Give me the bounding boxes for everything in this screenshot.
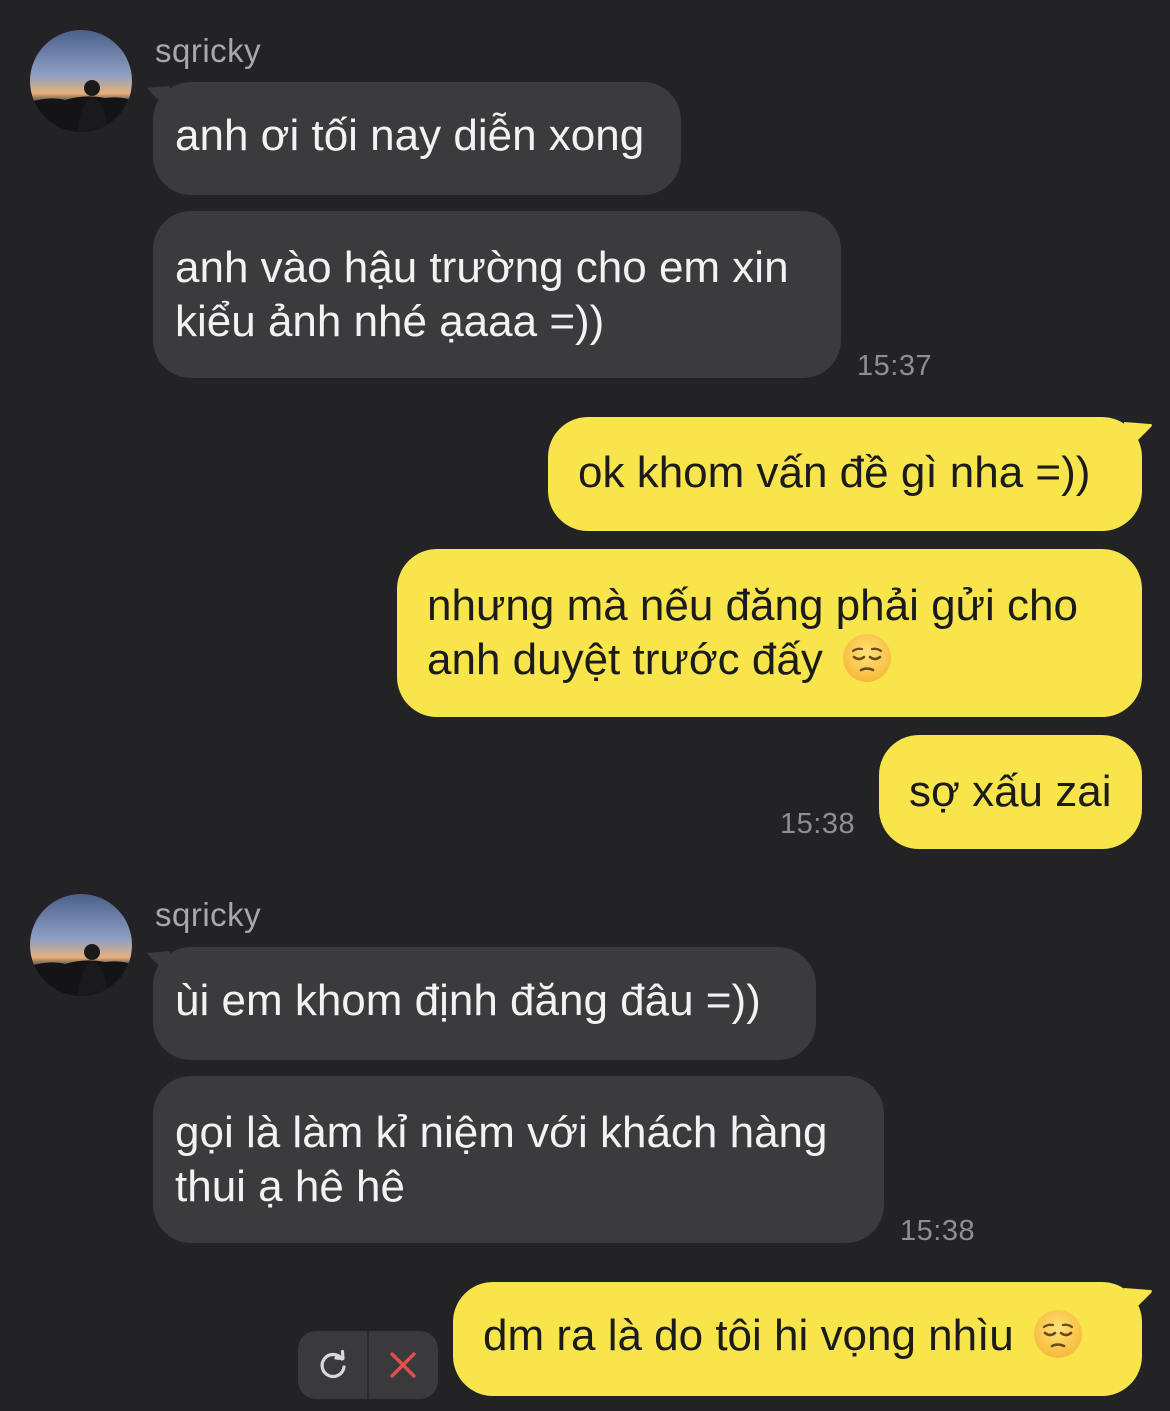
retry-icon (320, 1349, 346, 1379)
message-bubble-outgoing[interactable]: sợ xấu zai (879, 735, 1142, 849)
message-bubble-outgoing[interactable]: ok khom vấn đề gì nha =)) (548, 417, 1142, 531)
message-timestamp: 15:37 (857, 350, 933, 382)
message-text: dm ra là do tôi hi vọng nhìu (483, 1311, 1014, 1360)
message-text-with-emoji: dm ra là do tôi hi vọng nhìu (483, 1309, 1142, 1363)
message-bubble-incoming[interactable]: ùi em khom định đăng đâu =)) (153, 947, 816, 1060)
message-bubble-incoming[interactable]: anh ơi tối nay diễn xong (153, 82, 681, 195)
sender-name: sqricky (155, 32, 262, 69)
message-text: sợ xấu zai (909, 767, 1112, 816)
message-text: ok khom vấn đề gì nha =)) (578, 448, 1091, 497)
pensive-face-emoji (841, 632, 893, 684)
message-bubble-outgoing[interactable]: dm ra là do tôi hi vọng nhìu (453, 1282, 1142, 1396)
message-bubble-outgoing[interactable]: nhưng mà nếu đăng phải gửi cho anh duyệt… (397, 549, 1142, 717)
message-text: kiểu ảnh nhé ạaaa =)) (175, 297, 605, 346)
contact-avatar[interactable] (30, 894, 132, 996)
message-text: anh vào hậu trường cho em xin (175, 243, 789, 292)
message-bubble-incoming[interactable]: anh vào hậu trường cho em xin kiểu ảnh n… (153, 211, 841, 378)
cancel-x-icon (390, 1352, 416, 1378)
message-timestamp: 15:38 (900, 1215, 976, 1247)
message-text: ùi em khom định đăng đâu =)) (175, 976, 761, 1025)
message-text: anh ơi tối nay diễn xong (175, 111, 645, 160)
message-text: gọi là làm kỉ niệm với khách hàng (175, 1108, 828, 1157)
sender-name: sqricky (155, 896, 262, 933)
cancel-button[interactable] (368, 1331, 438, 1399)
contact-avatar[interactable] (30, 30, 132, 132)
message-text-with-emoji: anh duyệt trước đấy (427, 633, 1142, 687)
retry-button[interactable] (298, 1331, 368, 1399)
message-timestamp: 15:38 (780, 808, 856, 840)
failed-message-actions (298, 1331, 438, 1399)
message-text: anh duyệt trước đấy (427, 635, 823, 684)
pensive-face-emoji (1032, 1308, 1084, 1360)
message-bubble-incoming[interactable]: gọi là làm kỉ niệm với khách hàng thui ạ… (153, 1076, 884, 1243)
message-text: nhưng mà nếu đăng phải gửi cho (427, 581, 1078, 630)
message-text: thui ạ hê hê (175, 1162, 405, 1211)
